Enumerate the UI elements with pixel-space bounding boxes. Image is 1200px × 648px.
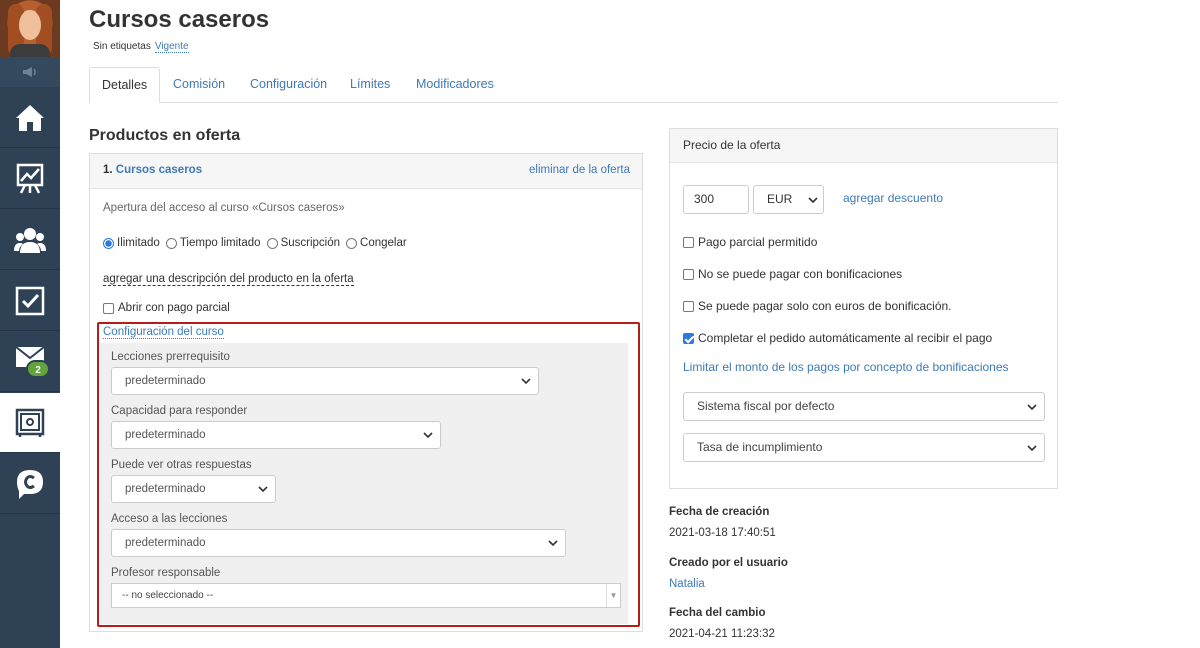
offer-description: Apertura del acceso al curso «Cursos cas… (103, 202, 345, 214)
access-type-radio-group: Ilimitado Tiempo limitado Suscripción Co… (103, 237, 407, 249)
avatar[interactable] (0, 0, 60, 57)
no-bonus-row[interactable]: No se puede pagar con bonificaciones (683, 267, 902, 281)
home-icon (16, 104, 44, 131)
radio-label: Ilimitado (117, 237, 160, 249)
analytics-icon (16, 163, 44, 194)
remove-from-offer-link[interactable]: eliminar de la oferta (529, 164, 630, 176)
chevron-down-icon (808, 197, 818, 204)
radio-label: Tiempo limitado (179, 237, 261, 249)
tab-commission[interactable]: Comisión (161, 67, 237, 103)
chevron-down-icon (1027, 445, 1037, 452)
tax-system-select[interactable]: Sistema fiscal por defecto (683, 392, 1045, 421)
chat-icon (17, 469, 43, 499)
tab-limits[interactable]: Límites (338, 67, 402, 103)
select-value: EUR (767, 192, 793, 206)
chevron-down-icon (1027, 404, 1037, 411)
created-label: Fecha de creación (669, 506, 770, 518)
sidebar-item-safe[interactable] (0, 393, 60, 453)
radio-label: Suscripción (280, 237, 341, 249)
radio-subscription[interactable]: Suscripción (266, 237, 341, 249)
sidebar: 2 (0, 0, 60, 648)
select-value: Sistema fiscal por defecto (697, 399, 835, 413)
sidebar-item-chat[interactable] (0, 454, 60, 514)
partial-allowed-row[interactable]: Pago parcial permitido (683, 235, 817, 249)
tags-label[interactable]: Sin etiquetas (93, 41, 151, 52)
users-icon (14, 227, 46, 253)
tags-line: Sin etiquetas Vigente (93, 41, 189, 53)
offer-product-link[interactable]: Cursos caseros (116, 164, 202, 176)
sidebar-item-mail[interactable]: 2 (0, 332, 60, 392)
sidebar-item-home[interactable] (0, 88, 60, 148)
offer-number: 1. (103, 164, 113, 176)
tab-configuration[interactable]: Configuración (238, 67, 339, 103)
created-value: 2021-03-18 17:40:51 (669, 527, 776, 539)
currency-select[interactable]: EUR (753, 185, 824, 214)
offer-header: 1. Cursos caseros eliminar de la oferta (90, 154, 642, 189)
add-description-link[interactable]: agregar una descripción del producto en … (103, 273, 354, 286)
sidebar-item-users[interactable] (0, 210, 60, 270)
checkbox-label: Se puede pagar solo con euros de bonific… (698, 299, 952, 313)
partial-payment-checkbox[interactable] (103, 302, 114, 314)
sidebar-item-analytics[interactable] (0, 149, 60, 209)
sidebar-item-tasks[interactable] (0, 271, 60, 331)
creator-label: Creado por el usuario (669, 557, 788, 569)
checkbox-label: Completar el pedido automáticamente al r… (698, 331, 993, 345)
price-amount-input[interactable]: 300 (683, 185, 749, 214)
tasks-icon (15, 286, 45, 315)
creator-link[interactable]: Natalia (669, 578, 705, 590)
price-heading: Precio de la oferta (670, 129, 1057, 163)
safe-icon (15, 408, 45, 437)
tab-details[interactable]: Detalles (89, 67, 161, 103)
partial-allowed-checkbox[interactable] (683, 236, 694, 248)
announcement-icon[interactable] (0, 57, 60, 87)
partial-payment-checkbox-row[interactable]: Abrir con pago parcial (103, 302, 230, 314)
radio-button[interactable] (346, 237, 358, 249)
highlight-frame (97, 322, 640, 627)
checkbox-label: Pago parcial permitido (698, 235, 818, 249)
default-rate-select[interactable]: Tasa de incumplimiento (683, 433, 1045, 462)
add-discount-link[interactable]: agregar descuento (843, 191, 943, 205)
radio-label: Congelar (360, 237, 407, 249)
page-title: Cursos caseros (89, 6, 270, 33)
limit-bonus-link[interactable]: Limitar el monto de los pagos por concep… (683, 360, 1009, 374)
changed-value: 2021-04-21 11:23:32 (669, 628, 775, 640)
partial-payment-label: Abrir con pago parcial (118, 302, 230, 314)
tab-bar: Detalles Comisión Configuración Límites … (89, 67, 1058, 103)
checkbox-label: No se puede pagar con bonificaciones (698, 267, 903, 281)
mail-badge: 2 (26, 360, 50, 378)
radio-button[interactable] (266, 237, 278, 249)
status-badge[interactable]: Vigente (154, 41, 189, 53)
no-bonus-checkbox[interactable] (683, 268, 694, 280)
select-value: Tasa de incumplimiento (697, 440, 823, 454)
bonus-only-row[interactable]: Se puede pagar solo con euros de bonific… (683, 299, 952, 313)
radio-freeze[interactable]: Congelar (346, 237, 407, 249)
radio-button[interactable] (165, 237, 177, 249)
bonus-only-checkbox[interactable] (683, 300, 694, 312)
products-heading: Productos en oferta (89, 127, 241, 144)
auto-complete-row[interactable]: Completar el pedido automáticamente al r… (683, 331, 992, 345)
offer-title: 1. Cursos caseros (103, 164, 202, 176)
radio-button[interactable] (103, 237, 114, 249)
price-panel: Precio de la oferta 300 EUR agregar desc… (669, 128, 1058, 489)
changed-label: Fecha del cambio (669, 607, 766, 619)
radio-unlimited[interactable]: Ilimitado (103, 237, 160, 249)
tab-modifiers[interactable]: Modificadores (404, 67, 506, 103)
auto-complete-checkbox[interactable] (683, 332, 694, 344)
radio-time-limited[interactable]: Tiempo limitado (165, 237, 261, 249)
